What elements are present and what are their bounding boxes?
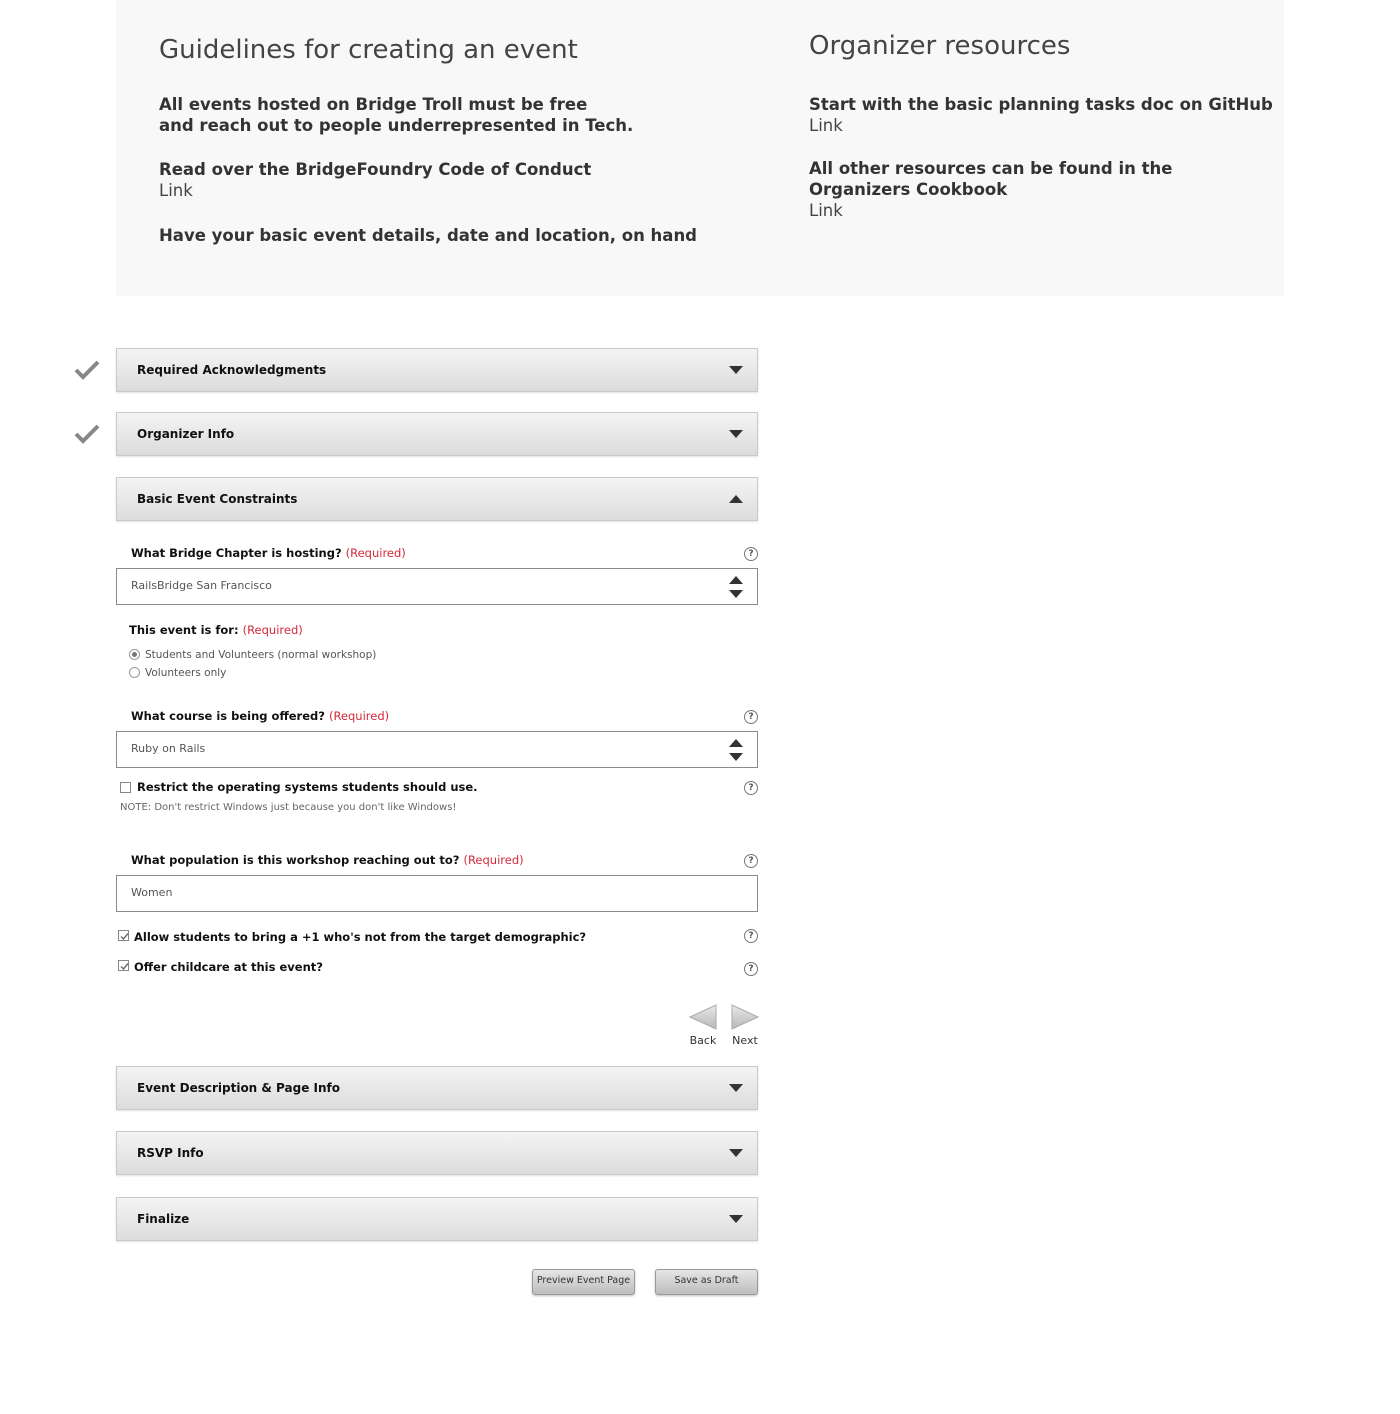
- plus-one-label: Allow students to bring a +1 who's not f…: [134, 930, 587, 944]
- section-organizer[interactable]: Organizer Info: [116, 412, 758, 456]
- save-draft-button[interactable]: Save as Draft: [655, 1269, 758, 1295]
- radio-label: Students and Volunteers (normal workshop…: [145, 649, 377, 661]
- course-select-value: Ruby on Rails: [131, 742, 206, 755]
- help-icon[interactable]: ?: [744, 710, 758, 724]
- section-constraints[interactable]: Basic Event Constraints: [116, 477, 758, 521]
- course-label-text: What course is being offered?: [131, 709, 325, 723]
- resource-other-line1: All other resources can be found in the: [809, 159, 1173, 178]
- plus-one-checkbox[interactable]: [118, 930, 129, 941]
- section-acknowledgments-title: Required Acknowledgments: [137, 363, 327, 377]
- restrict-os-note: NOTE: Don't restrict Windows just becaus…: [120, 802, 457, 813]
- childcare-label: Offer childcare at this event?: [134, 960, 323, 974]
- section-description[interactable]: Event Description & Page Info: [116, 1066, 758, 1110]
- help-icon[interactable]: ?: [744, 854, 758, 868]
- radio-volunteers-only[interactable]: Volunteers only: [129, 667, 226, 679]
- resource-planning: Start with the basic planning tasks doc …: [809, 94, 1273, 136]
- next-button[interactable]: Next: [730, 1004, 760, 1047]
- course-select[interactable]: Ruby on Rails: [116, 731, 758, 768]
- radio-button[interactable]: [129, 667, 140, 678]
- info-panel: Guidelines for creating an event All eve…: [116, 0, 1284, 296]
- conduct-link[interactable]: Link: [159, 180, 591, 201]
- section-finalize-title: Finalize: [137, 1212, 190, 1226]
- caret-down-icon: [729, 1149, 743, 1157]
- chapter-label-text: What Bridge Chapter is hosting?: [131, 546, 342, 560]
- course-label: What course is being offered? (Required): [131, 709, 389, 723]
- chapter-select-value: RailsBridge San Francisco: [131, 579, 272, 592]
- event-for-label-text: This event is for:: [129, 623, 239, 637]
- resource-other-line2: Organizers Cookbook: [809, 180, 1008, 199]
- radio-label: Volunteers only: [145, 667, 227, 679]
- section-finalize[interactable]: Finalize: [116, 1197, 758, 1241]
- section-organizer-title: Organizer Info: [137, 427, 235, 441]
- section-rsvp[interactable]: RSVP Info: [116, 1131, 758, 1175]
- guideline-conduct-text: Read over the BridgeFoundry Code of Cond…: [159, 160, 592, 179]
- section-constraints-title: Basic Event Constraints: [137, 492, 298, 506]
- guideline-free-line2: and reach out to people underrepresented…: [159, 116, 634, 135]
- help-icon[interactable]: ?: [744, 781, 758, 795]
- guideline-free: All events hosted on Bridge Troll must b…: [159, 94, 633, 136]
- population-label-text: What population is this workshop reachin…: [131, 853, 460, 867]
- restrict-os-label: Restrict the operating systems students …: [137, 780, 478, 794]
- chapter-select[interactable]: RailsBridge San Francisco: [116, 568, 758, 605]
- section-description-title: Event Description & Page Info: [137, 1081, 340, 1095]
- planning-link[interactable]: Link: [809, 115, 1273, 136]
- guideline-conduct: Read over the BridgeFoundry Code of Cond…: [159, 159, 591, 201]
- spinner-icon: [729, 739, 743, 761]
- resource-other: All other resources can be found in the …: [809, 158, 1172, 221]
- caret-down-icon: [729, 430, 743, 438]
- radio-students-volunteers[interactable]: Students and Volunteers (normal workshop…: [129, 649, 376, 661]
- population-label: What population is this workshop reachin…: [131, 853, 524, 867]
- caret-down-icon: [729, 1215, 743, 1223]
- spinner-icon: [729, 576, 743, 598]
- population-input-value: Women: [131, 886, 173, 899]
- guidelines-title: Guidelines for creating an event: [159, 35, 578, 65]
- section-acknowledgments[interactable]: Required Acknowledgments: [116, 348, 758, 392]
- checkmark-icon: [120, 933, 129, 941]
- help-icon[interactable]: ?: [744, 929, 758, 943]
- resources-title: Organizer resources: [809, 31, 1071, 61]
- restrict-os-checkbox[interactable]: [120, 782, 131, 793]
- arrow-right-icon: [731, 1004, 759, 1030]
- guideline-free-line1: All events hosted on Bridge Troll must b…: [159, 95, 588, 114]
- check-icon: [74, 360, 100, 380]
- section-rsvp-title: RSVP Info: [137, 1146, 204, 1160]
- population-input[interactable]: Women: [116, 875, 758, 912]
- checkmark-icon: [120, 963, 129, 971]
- required-marker: (Required): [242, 623, 303, 637]
- back-button[interactable]: Back: [688, 1004, 718, 1047]
- caret-down-icon: [729, 1084, 743, 1092]
- caret-down-icon: [729, 366, 743, 374]
- required-marker: (Required): [463, 853, 524, 867]
- chapter-label: What Bridge Chapter is hosting? (Require…: [131, 546, 406, 560]
- preview-event-button[interactable]: Preview Event Page: [532, 1269, 635, 1295]
- guideline-details: Have your basic event details, date and …: [159, 225, 697, 246]
- caret-up-icon: [729, 495, 743, 503]
- resource-planning-text: Start with the basic planning tasks doc …: [809, 95, 1273, 114]
- event-for-label: This event is for: (Required): [129, 623, 303, 637]
- childcare-checkbox[interactable]: [118, 960, 129, 971]
- next-label: Next: [732, 1034, 758, 1047]
- required-marker: (Required): [345, 546, 406, 560]
- help-icon[interactable]: ?: [744, 547, 758, 561]
- help-icon[interactable]: ?: [744, 962, 758, 976]
- check-icon: [74, 424, 100, 444]
- arrow-left-icon: [689, 1004, 717, 1030]
- required-marker: (Required): [328, 709, 390, 723]
- cookbook-link[interactable]: Link: [809, 200, 1172, 221]
- back-label: Back: [689, 1034, 717, 1047]
- radio-button-selected[interactable]: [129, 649, 140, 660]
- guideline-details-text: Have your basic event details, date and …: [159, 226, 697, 245]
